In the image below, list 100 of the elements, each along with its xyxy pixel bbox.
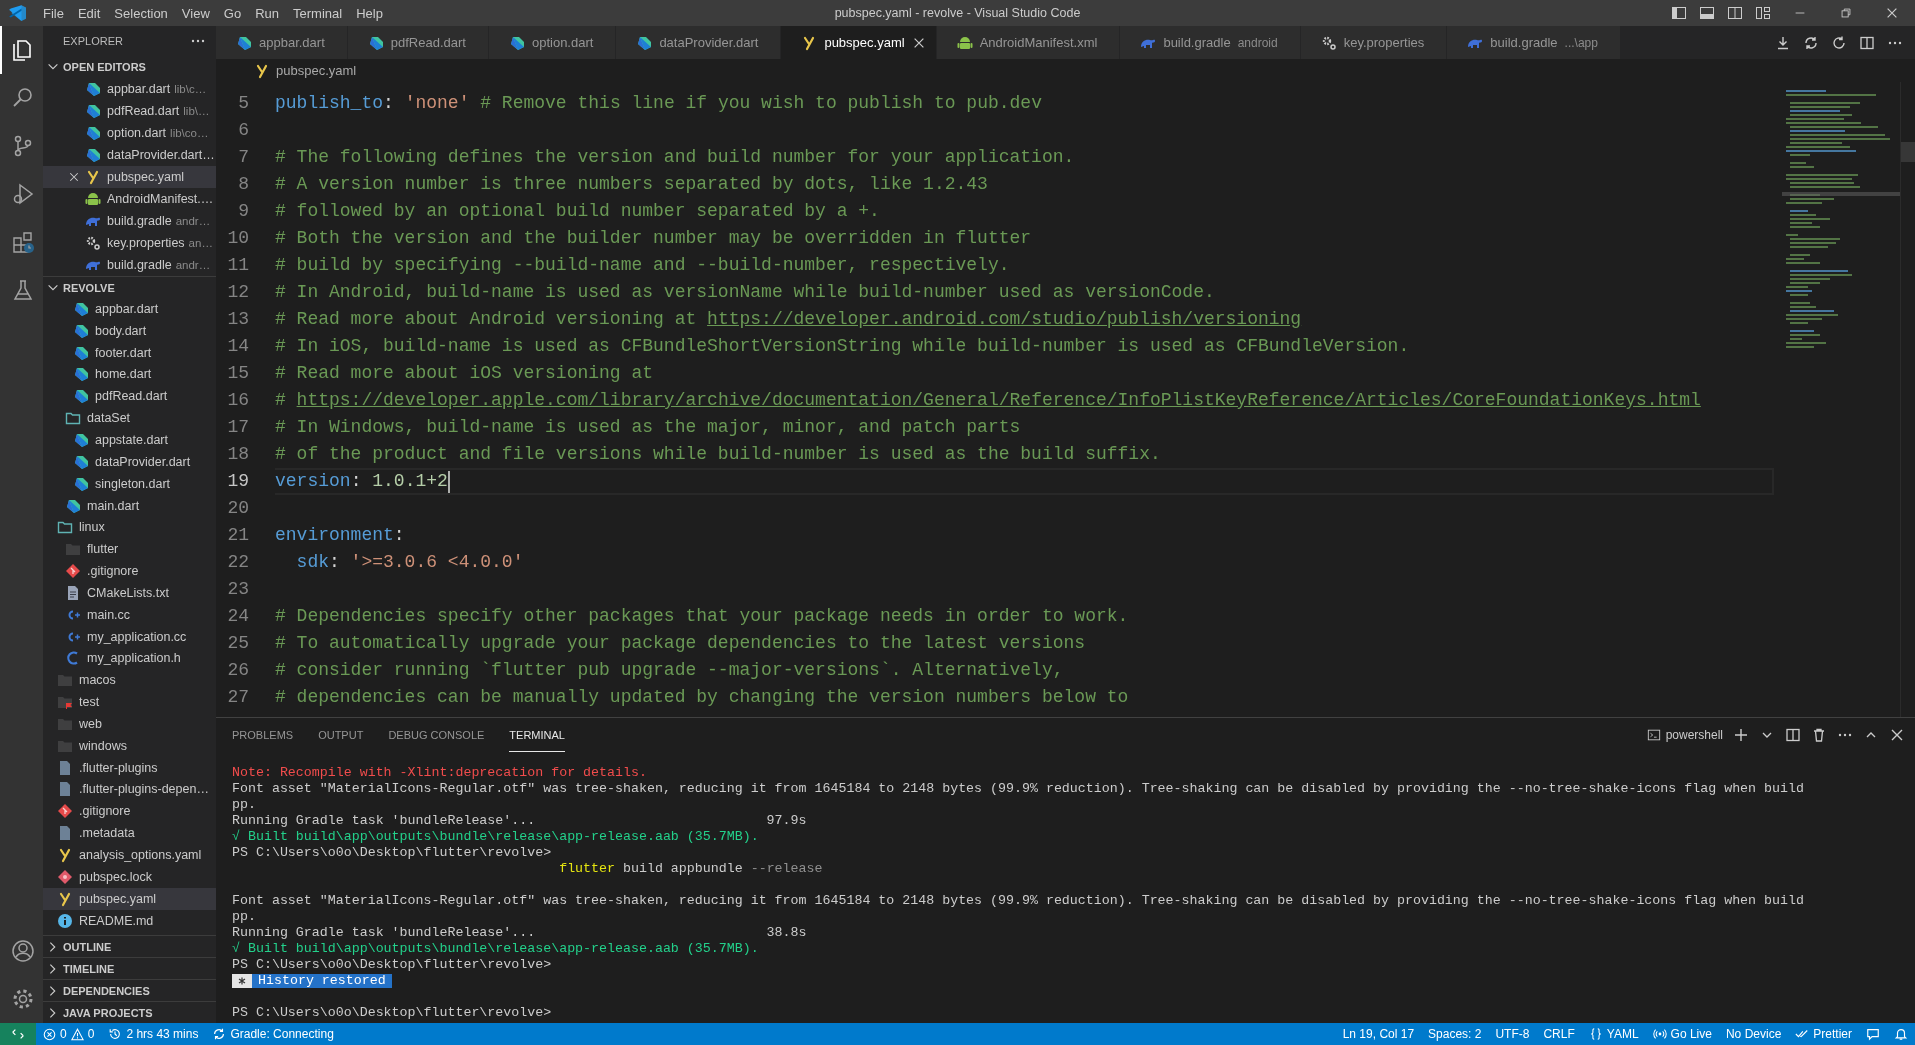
tree-item[interactable]: singleton.dart [43, 472, 216, 495]
open-editor-item[interactable]: pubspec.yaml [43, 166, 216, 188]
panel-tab[interactable]: TERMINAL [509, 718, 565, 752]
code-line: # The following defines the version and build number for your application. [275, 146, 1075, 169]
section-header[interactable]: REVOLVE [43, 276, 216, 298]
tree-item[interactable]: appbar.dart [43, 298, 216, 320]
close-icon[interactable] [68, 171, 80, 183]
history-restored-badge: History restored [232, 974, 392, 988]
tree-item[interactable]: test [43, 691, 216, 714]
braces-status[interactable]: YAML [1581, 1023, 1646, 1045]
tree-item[interactable]: .gitignore [43, 560, 216, 582]
menu-item[interactable]: Selection [107, 2, 175, 24]
panel-tab[interactable]: OUTPUT [318, 718, 364, 752]
reload-icon[interactable] [1831, 34, 1847, 51]
code-link[interactable]: https://developer.apple.com/library/archive/documentation/General/Reference/InfoPlistKeyReference/Articles/CoreFoundationKeys.html [296, 390, 1701, 410]
open-editor-item[interactable]: AndroidManifest.… [43, 188, 216, 210]
download-icon[interactable] [1775, 34, 1791, 51]
tree-item[interactable]: flutter [43, 538, 216, 561]
menu-item[interactable]: Edit [70, 2, 108, 24]
breadcrumb-item[interactable]: pubspec.yaml [254, 62, 357, 79]
editor-tab[interactable]: pubspec.yaml [781, 26, 937, 59]
menu-item[interactable]: Help [349, 2, 390, 24]
open-editor-item[interactable]: key.properties an… [43, 232, 216, 254]
plus-icon[interactable] [1733, 727, 1749, 743]
line-number: 16 [226, 389, 250, 412]
menu-item[interactable]: Go [216, 2, 249, 24]
tree-item[interactable]: my_application.cc [43, 625, 216, 648]
tree-item[interactable]: dataSet [43, 407, 216, 430]
panel-tab[interactable]: PROBLEMS [232, 718, 294, 752]
section-header[interactable]: OPEN EDITORS [43, 56, 216, 78]
tree-item[interactable]: my_application.h [43, 647, 216, 670]
tree-item[interactable]: footer.dart [43, 341, 216, 364]
status-item[interactable]: Spaces: 2 [1421, 1023, 1489, 1045]
section-header[interactable]: OUTLINE [43, 935, 216, 957]
extensions-icon[interactable] [10, 230, 35, 254]
status-item[interactable]: UTF-8 [1488, 1023, 1537, 1045]
open-editor-item[interactable]: dataProvider.dart… [43, 144, 216, 166]
double-check-icon [1795, 1027, 1810, 1041]
tree-item[interactable]: main.cc [43, 603, 216, 626]
section-header[interactable]: DEPENDENCIES [43, 979, 216, 1001]
menu-item[interactable]: Run [248, 2, 286, 24]
open-editor-item[interactable]: option.dart lib\co… [43, 122, 216, 144]
broadcast-status[interactable]: Go Live [1645, 1023, 1719, 1045]
menu-item[interactable]: View [174, 2, 217, 24]
tree-item[interactable]: appstate.dart [43, 429, 216, 451]
code-link[interactable]: https://developer.android.com/studio/publish/versioning [707, 309, 1302, 329]
tree-item[interactable]: CMakeLists.txt [43, 581, 216, 604]
scrollbar-thumb[interactable] [1901, 142, 1915, 162]
tree-item[interactable]: body.dart [43, 319, 216, 342]
status-item[interactable]: No Device [1718, 1023, 1789, 1045]
tree-item[interactable]: dataProvider.dart [43, 450, 216, 473]
tree-item[interactable]: web [43, 713, 216, 735]
editor-tab[interactable]: build.gradle android [1120, 26, 1301, 59]
open-editor-item[interactable]: build.gradle andr… [43, 210, 216, 232]
tree-item[interactable]: pdfRead.dart [43, 385, 216, 408]
trash-icon[interactable] [1811, 727, 1827, 743]
section-header[interactable]: TIMELINE [43, 957, 216, 979]
menu-item[interactable]: File [36, 2, 71, 24]
tree-item[interactable]: .gitignore [43, 800, 216, 823]
tree-item[interactable]: .flutter-plugins [43, 756, 216, 779]
tree-item[interactable]: pubspec.lock [43, 865, 216, 888]
editor-tab[interactable]: pdfRead.dart [347, 26, 489, 59]
tree-item[interactable]: main.dart [43, 494, 216, 517]
open-editor-item[interactable]: build.gradle andr… [43, 254, 216, 276]
sync-status[interactable]: Gradle: Connecting [205, 1023, 341, 1045]
open-editor-item[interactable]: pdfRead.dart lib\… [43, 100, 216, 122]
tree-item[interactable]: macos [43, 669, 216, 692]
double-check-status[interactable]: Prettier [1788, 1023, 1859, 1045]
history-status[interactable]: 2 hrs 43 mins [101, 1023, 206, 1045]
line-number: 18 [226, 443, 250, 466]
account-icon[interactable] [10, 939, 35, 963]
menu-item[interactable]: Terminal [286, 2, 350, 24]
dart-icon [85, 103, 101, 119]
tree-item[interactable]: home.dart [43, 363, 216, 386]
status-item[interactable]: Ln 19, Col 17 [1335, 1023, 1422, 1045]
editor-tab[interactable]: dataProvider.dart [616, 26, 782, 59]
code-line: # In Windows, build-name is used as the major, minor, and patch parts [275, 416, 1021, 439]
editor-tab[interactable]: key.properties [1300, 26, 1448, 59]
tree-item[interactable]: .metadata [43, 822, 216, 845]
split-terminal-icon[interactable] [1785, 727, 1801, 743]
open-editor-item[interactable]: appbar.dart lib\c… [43, 78, 216, 100]
editor-tab[interactable]: AndroidManifest.xml [936, 26, 1121, 59]
tree-item[interactable]: linux [43, 516, 216, 539]
tree-item[interactable]: windows [43, 734, 216, 757]
close-icon[interactable] [1889, 727, 1905, 743]
editor-tab[interactable]: build.gradle ...\app [1447, 26, 1621, 59]
problems-button[interactable]: 0 0 [36, 1023, 102, 1045]
refresh-arrows-icon[interactable] [1803, 34, 1819, 51]
status-item[interactable]: CRLF [1536, 1023, 1582, 1045]
editor-tab[interactable]: option.dart [488, 26, 617, 59]
tree-item[interactable]: README.md [43, 909, 216, 932]
tree-item[interactable]: .flutter-plugins-depen… [43, 778, 216, 801]
terminal-selector[interactable]: powershell [1646, 728, 1723, 742]
tree-item[interactable]: analysis_options.yaml [43, 844, 216, 866]
panel-tab[interactable]: DEBUG CONSOLE [388, 718, 485, 752]
tree-item[interactable]: pubspec.yaml [43, 887, 216, 910]
line-number: 26 [226, 659, 250, 682]
editor-tab[interactable]: appbar.dart [216, 26, 348, 59]
split-editor-icon[interactable] [1859, 34, 1875, 51]
code-line: publish_to: 'none' # Remove this line if you wish to publish to pub.dev [275, 92, 1042, 115]
